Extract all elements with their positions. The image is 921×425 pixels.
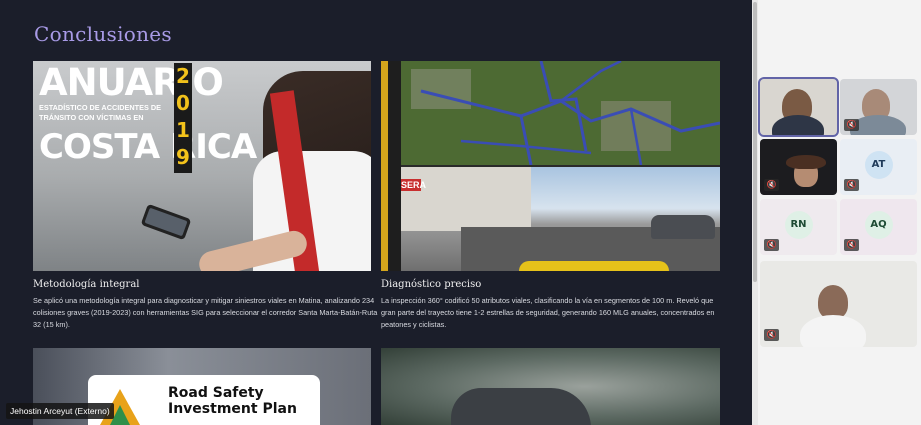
satellite-map xyxy=(401,61,720,166)
participant-avatar: AQ xyxy=(864,211,893,239)
participant-avatar: RN xyxy=(784,211,813,239)
participant-body xyxy=(800,315,866,347)
slide-heading: Conclusiones xyxy=(34,22,172,46)
participant-tile[interactable]: 🔇 xyxy=(840,79,917,135)
card-text-metodologia: Se aplicó una metodología integral para … xyxy=(33,296,378,329)
muted-mic-icon: 🔇 xyxy=(844,179,859,191)
cover-year: 2 0 1 9 xyxy=(174,63,192,173)
gis-toolbar xyxy=(381,61,401,271)
presenter-name-tag: Jehostin Arceyut (Externo) xyxy=(6,403,114,419)
participant-tile-large[interactable]: 🔇 xyxy=(760,261,917,347)
year-digit: 0 xyxy=(176,91,190,115)
year-digit: 2 xyxy=(176,64,190,88)
gis-map-streetview-image: SERA xyxy=(381,61,720,271)
participant-face xyxy=(818,285,848,319)
car xyxy=(651,215,715,239)
card-text-diagnostico: La inspección 360° codificó 50 atributos… xyxy=(381,296,715,329)
participant-tile[interactable]: AT 🔇 xyxy=(840,139,917,195)
anuario-cover-image: ANUARIO ESTADÍSTICO DE ACCIDENTES DE TRÁ… xyxy=(33,61,371,271)
muted-mic-icon: 🔇 xyxy=(764,179,779,191)
participant-tile[interactable]: AQ 🔇 xyxy=(840,199,917,255)
muted-mic-icon: 🔇 xyxy=(764,239,779,251)
participant-avatar: AT xyxy=(864,151,893,179)
vertical-scrollbar[interactable] xyxy=(752,0,758,425)
banner-title: Road Safety Investment Plan xyxy=(168,385,297,417)
phone-icon xyxy=(140,203,192,241)
muted-mic-icon: 🔇 xyxy=(844,239,859,251)
wrecked-car xyxy=(451,388,591,425)
cover-title: ANUARIO xyxy=(39,61,224,104)
participant-body xyxy=(772,115,824,135)
year-digit: 9 xyxy=(176,145,190,169)
scrollbar-thumb[interactable] xyxy=(753,2,757,282)
road-safety-plan-banner: Road Safety Investment Plan xyxy=(88,375,320,425)
year-digit: 1 xyxy=(176,118,190,142)
shop-sign: SERA xyxy=(401,179,427,191)
muted-mic-icon: 🔇 xyxy=(844,119,859,131)
card-title-metodologia: Metodología integral xyxy=(33,279,140,290)
muted-mic-icon: 🔇 xyxy=(764,329,779,341)
participant-tile[interactable]: RN 🔇 xyxy=(760,199,837,255)
street-view: SERA xyxy=(401,167,720,271)
participant-tile[interactable] xyxy=(758,77,839,137)
vehicle-dashboard xyxy=(519,261,669,271)
cover-subtitle: ESTADÍSTICO DE ACCIDENTES DE TRÁNSITO CO… xyxy=(39,103,162,122)
building: SERA xyxy=(401,167,531,231)
meeting-window: Conclusiones ANUARIO ESTADÍSTICO DE ACCI… xyxy=(0,0,921,425)
crash-scene-image xyxy=(381,348,720,425)
road-network xyxy=(401,61,720,166)
card-title-diagnostico: Diagnóstico preciso xyxy=(381,279,482,290)
shared-screen: Conclusiones ANUARIO ESTADÍSTICO DE ACCI… xyxy=(0,0,752,425)
cover-country: COSTA RICA xyxy=(39,127,257,167)
participant-tile[interactable]: 🔇 xyxy=(760,139,837,195)
participant-hair xyxy=(786,155,826,169)
